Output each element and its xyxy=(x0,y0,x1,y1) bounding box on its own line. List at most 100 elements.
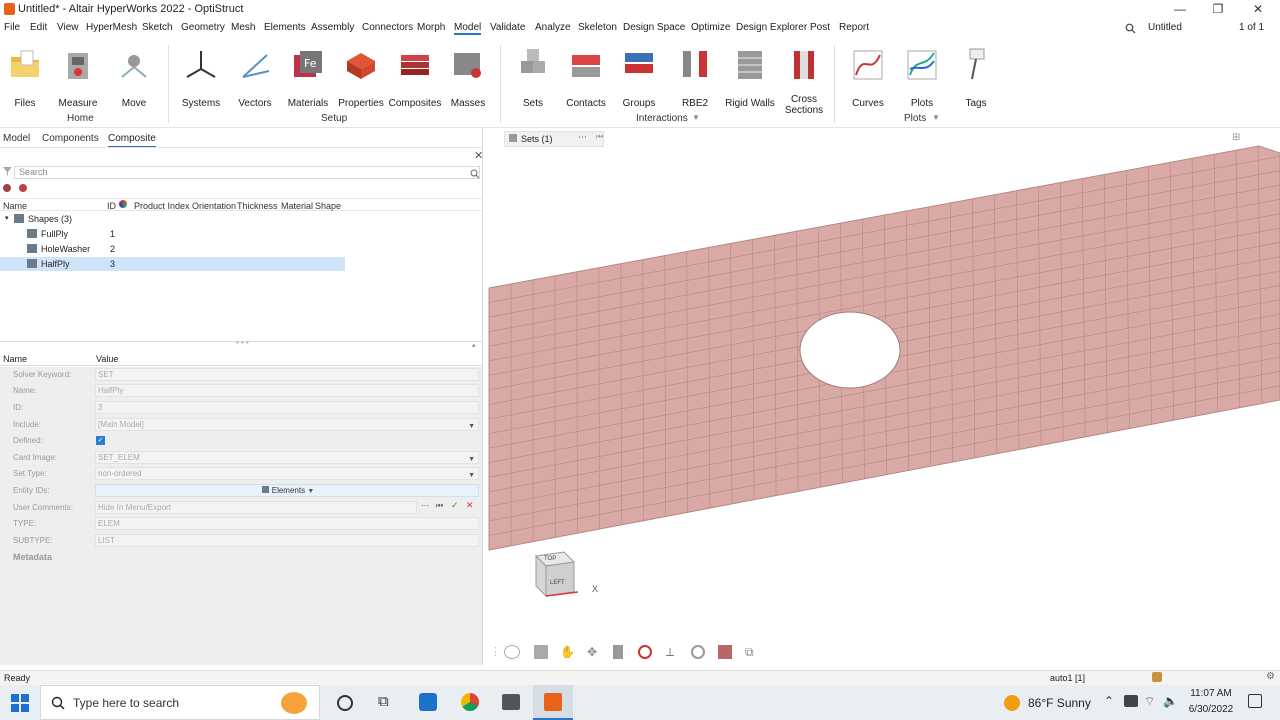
menu-file[interactable]: File xyxy=(4,22,20,33)
rbe2-button[interactable]: RBE2 xyxy=(667,47,723,109)
menu-report[interactable]: Report xyxy=(839,22,869,33)
outlook-icon[interactable] xyxy=(419,693,437,711)
display-none-icon[interactable] xyxy=(19,184,27,192)
tree-folder-shapes[interactable]: ▾ Shapes (3) xyxy=(0,212,345,226)
settings-icon[interactable]: ⚙ xyxy=(1266,671,1275,682)
color-column-icon[interactable] xyxy=(119,200,127,208)
chevron-down-icon[interactable]: ▾ xyxy=(5,214,9,222)
vectors-button[interactable]: Vectors xyxy=(227,47,283,109)
composites-button[interactable]: Composites xyxy=(387,47,443,109)
files-button[interactable]: Files xyxy=(0,47,53,109)
menu-assembly[interactable]: Assembly xyxy=(311,22,354,33)
tree-row-selected[interactable]: HalfPly 3 xyxy=(0,257,345,271)
wifi-icon[interactable]: ⌔ xyxy=(1144,694,1155,709)
cortana-icon[interactable] xyxy=(337,695,353,711)
volume-icon[interactable]: 🔈 xyxy=(1163,694,1178,708)
menu-skeleton[interactable]: Skeleton xyxy=(578,22,617,33)
group-setup[interactable]: Setup xyxy=(321,113,347,124)
find-icon[interactable] xyxy=(691,645,705,659)
id-field[interactable]: 3 xyxy=(95,401,479,414)
chrome-icon[interactable] xyxy=(461,693,479,711)
defined-checkbox[interactable]: ✓ xyxy=(96,436,105,445)
tab-composite[interactable]: Composite xyxy=(108,133,156,148)
group-home[interactable]: Home xyxy=(67,113,94,124)
menu-design-explorer[interactable]: Design Explorer xyxy=(736,22,807,33)
pin-icon[interactable]: ▴ xyxy=(472,341,476,349)
mesh-view[interactable] xyxy=(484,128,1280,668)
metadata-section[interactable]: Metadata xyxy=(13,552,52,562)
rotate-view-icon[interactable] xyxy=(504,645,520,659)
graphics-viewport[interactable]: Sets (1) ⋯ ⏮ ⊞ TOP LEFT X ⋮ ✋ ✥ ⟂ ⧉ xyxy=(484,128,1280,665)
menu-view[interactable]: View xyxy=(57,22,79,33)
auto-component-indicator[interactable]: auto1 [1] xyxy=(1050,673,1085,683)
task-view-icon[interactable]: ⧉ xyxy=(378,693,389,710)
column-thickness[interactable]: Thickness xyxy=(237,201,278,211)
taskbar-search-box[interactable]: Type here to search xyxy=(40,685,320,720)
plots-button[interactable]: Plots xyxy=(894,47,950,109)
name-field[interactable]: HalfPly xyxy=(95,384,479,397)
menu-analyze[interactable]: Analyze xyxy=(535,22,571,33)
group-plots[interactable]: Plots xyxy=(904,113,926,124)
tab-components[interactable]: Components xyxy=(42,133,99,144)
menu-edit[interactable]: Edit xyxy=(30,22,47,33)
splitter-handle-icon[interactable]: • • • xyxy=(236,338,249,347)
set-type-select[interactable]: non-ordered ▼ xyxy=(95,467,479,480)
menu-sketch[interactable]: Sketch xyxy=(142,22,173,33)
chevron-down-icon[interactable]: ▼ xyxy=(932,113,940,122)
tree-row[interactable]: HoleWasher 2 xyxy=(0,242,345,256)
masses-button[interactable]: Masses xyxy=(440,47,496,109)
menu-geometry[interactable]: Geometry xyxy=(181,22,225,33)
systems-button[interactable]: Systems xyxy=(173,47,229,109)
chevron-down-icon[interactable]: ▼ xyxy=(692,113,700,122)
column-name[interactable]: Name xyxy=(3,201,27,211)
cross-sections-button[interactable]: Cross Sections xyxy=(776,47,832,116)
cancel-icon[interactable]: ✕ xyxy=(466,500,474,511)
clock-time[interactable]: 11:07 AM xyxy=(1185,688,1237,699)
network-tray-icon[interactable] xyxy=(1124,695,1138,707)
pan-icon[interactable]: ✋ xyxy=(560,645,575,659)
axis-icon[interactable]: ⟂ xyxy=(666,645,674,660)
display-mode-icon[interactable] xyxy=(638,645,652,659)
tree-row[interactable]: FullPly 1 xyxy=(0,227,345,241)
column-orientation[interactable]: Orientation xyxy=(192,201,236,211)
menu-model[interactable]: Model xyxy=(454,22,482,35)
search-input[interactable]: Search xyxy=(14,166,480,179)
menu-hypermesh[interactable]: HyperMesh xyxy=(86,22,137,33)
app-icon[interactable] xyxy=(502,694,520,710)
column-shape[interactable]: Shape xyxy=(315,201,341,211)
section-cut-icon[interactable] xyxy=(613,645,623,659)
tags-button[interactable]: Tags xyxy=(948,47,1004,109)
column-product-index[interactable]: Product Index xyxy=(134,201,190,211)
close-icon[interactable]: ✕ xyxy=(474,149,483,162)
restore-button[interactable]: ❐ xyxy=(1203,2,1233,16)
hyperworks-taskbar-button[interactable] xyxy=(533,685,573,720)
search-icon[interactable] xyxy=(470,169,479,178)
menu-validate[interactable]: Validate xyxy=(490,22,525,33)
materials-button[interactable]: Fe Materials xyxy=(280,47,336,109)
group-interactions[interactable]: Interactions xyxy=(636,113,688,124)
color-mode-icon[interactable] xyxy=(718,645,732,659)
card-image-select[interactable]: SET_ELEM ▼ xyxy=(95,451,479,464)
reset-icon[interactable]: ⏮ xyxy=(436,501,443,511)
search-icon[interactable] xyxy=(1125,23,1136,34)
filter-icon[interactable] xyxy=(3,167,12,176)
weather-text[interactable]: 86°F Sunny xyxy=(1028,696,1091,710)
zoom-icon[interactable]: ✥ xyxy=(587,645,597,659)
groups-button[interactable]: Groups xyxy=(611,47,667,109)
user-comments-field[interactable]: Hide In Menu/Export xyxy=(95,501,417,514)
menu-mesh[interactable]: Mesh xyxy=(231,22,255,33)
minimize-button[interactable]: — xyxy=(1165,2,1195,16)
menu-post[interactable]: Post xyxy=(810,22,830,33)
menu-morph[interactable]: Morph xyxy=(417,22,445,33)
model-name-dropdown[interactable]: Untitled xyxy=(1148,22,1182,33)
entity-ids-selector[interactable]: Elements ▼ xyxy=(95,484,479,497)
hand-icon[interactable] xyxy=(1152,672,1162,682)
more-options-icon[interactable]: ⋯ xyxy=(421,501,429,510)
close-window-button[interactable]: ✕ xyxy=(1243,2,1273,16)
chevron-up-icon[interactable]: ⌃ xyxy=(1104,694,1114,708)
menu-design-space[interactable]: Design Space xyxy=(623,22,685,33)
clock-date[interactable]: 6/30/2022 xyxy=(1180,704,1242,715)
display-all-icon[interactable] xyxy=(3,184,11,192)
confirm-icon[interactable]: ✓ xyxy=(451,500,459,511)
view-cube[interactable]: TOP LEFT xyxy=(530,550,580,606)
